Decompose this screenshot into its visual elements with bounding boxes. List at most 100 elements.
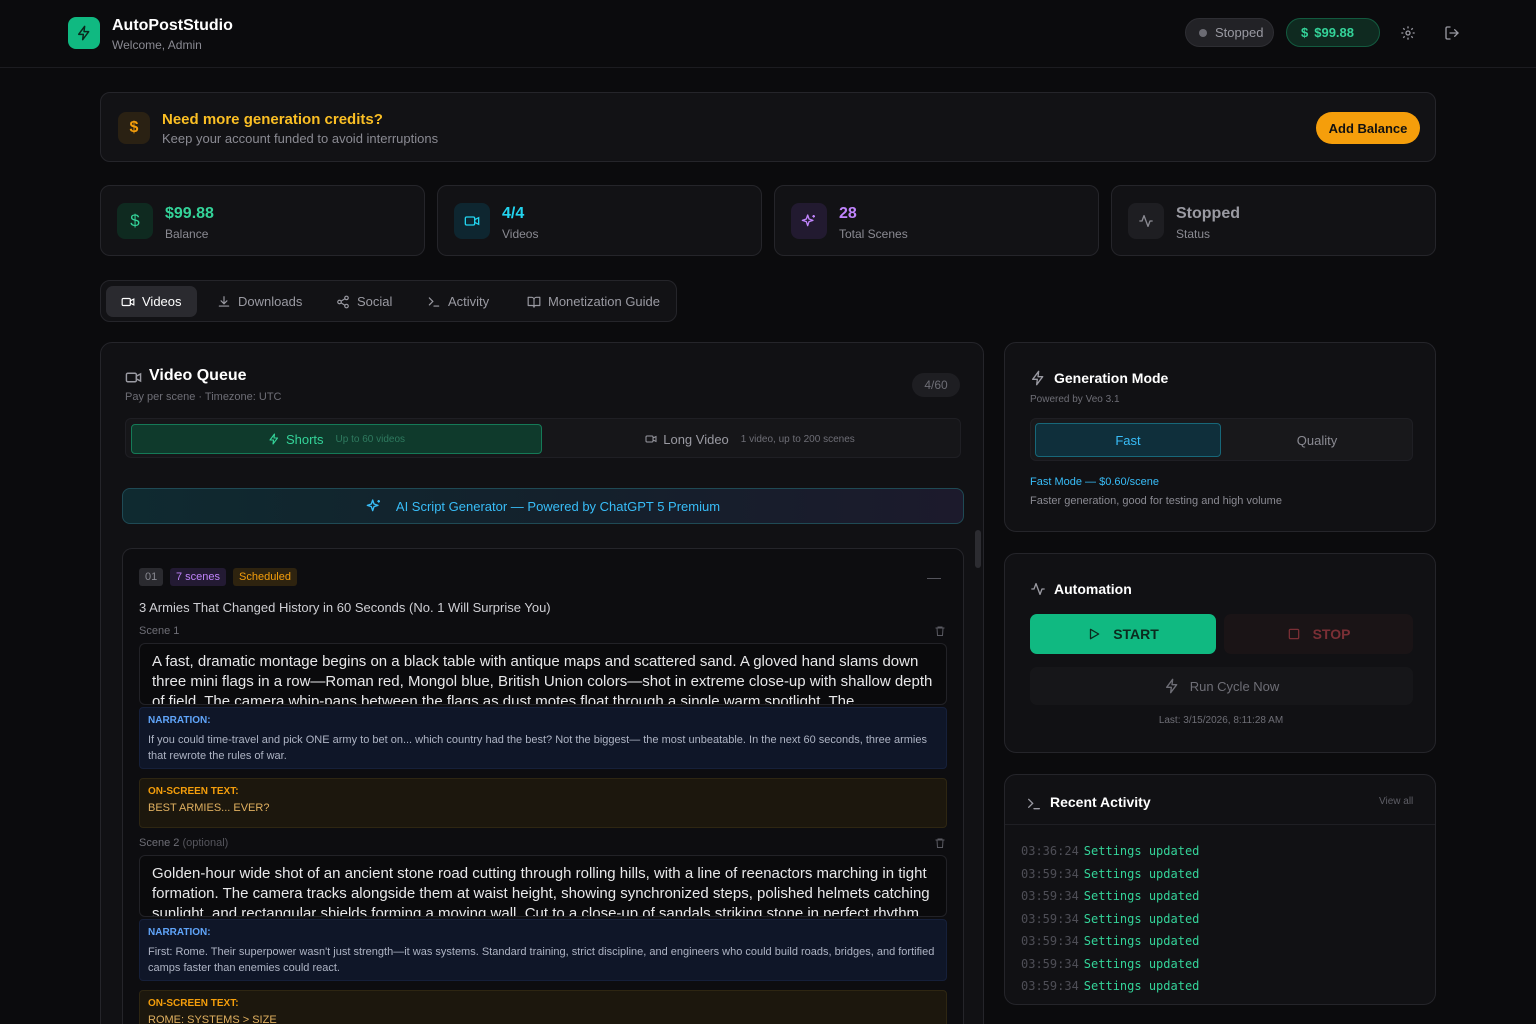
top-bar: AutoPostStudio Welcome, Admin Stopped $ …	[0, 0, 1536, 68]
stop-square-icon	[1288, 628, 1299, 640]
stat-label: Status	[1176, 227, 1211, 241]
log-message: Settings updated	[1083, 957, 1200, 971]
bolt-icon	[1165, 678, 1178, 694]
bolt-icon	[1032, 370, 1044, 386]
automation-card: Automation START STOP Run Cycle Now Last…	[1004, 553, 1436, 753]
activity-icon	[1128, 203, 1164, 239]
narration-block[interactable]: NARRATION: First: Rome. Their superpower…	[139, 919, 947, 981]
collapse-icon[interactable]: —	[927, 569, 941, 585]
stat-label: Balance	[165, 227, 209, 241]
stop-button[interactable]: STOP	[1224, 614, 1413, 654]
long-video-option[interactable]: Long Video 1 video, up to 200 scenes	[544, 424, 956, 454]
video-icon	[121, 297, 135, 306]
log-time: 03:59:34	[1021, 934, 1079, 948]
narration-text: If you could time-travel and pick ONE ar…	[148, 734, 927, 762]
generation-mode-toggle: Fast Quality	[1030, 418, 1413, 461]
log-time: 03:59:34	[1021, 957, 1079, 971]
tab-downloads[interactable]: Downloads	[202, 286, 317, 317]
tab-videos[interactable]: Videos	[106, 286, 197, 317]
stat-card-scenes: 28 Total Scenes	[774, 185, 1099, 256]
video-title[interactable]: 3 Armies That Changed History in 60 Seco…	[139, 600, 551, 615]
bolt-icon	[269, 433, 279, 445]
settings-gear-icon[interactable]	[1399, 24, 1417, 42]
app-title: AutoPostStudio	[112, 17, 233, 34]
run-cycle-label: Run Cycle Now	[1189, 678, 1280, 694]
stat-label: Videos	[502, 227, 539, 241]
terminal-icon	[428, 296, 440, 307]
generation-mode-subtitle: Powered by Veo 3.1	[1030, 394, 1120, 405]
trash-icon[interactable]	[934, 837, 946, 849]
onscreen-label: ON-SCREEN TEXT:	[148, 998, 239, 1009]
optional-tag: (optional)	[182, 837, 229, 849]
main-tabs: Videos Downloads Social Activity Monetiz…	[100, 280, 677, 322]
welcome-text: Welcome, Admin	[112, 38, 202, 52]
activity-log-row: 03:59:34 Settings updated	[1021, 889, 1199, 903]
scene-label-text: Scene 2	[139, 837, 180, 849]
terminal-icon	[1028, 798, 1040, 810]
log-message: Settings updated	[1083, 912, 1200, 926]
log-time: 03:59:34	[1021, 889, 1079, 903]
play-icon	[1090, 628, 1100, 640]
mode-description: Faster generation, good for testing and …	[1030, 495, 1282, 507]
log-message: Settings updated	[1083, 844, 1200, 858]
activity-log-row: 03:59:34 Settings updated	[1021, 867, 1199, 881]
tab-social[interactable]: Social	[321, 286, 407, 317]
log-message: Settings updated	[1083, 867, 1200, 881]
tab-activity[interactable]: Activity	[412, 286, 504, 317]
sparkles-icon	[366, 499, 380, 512]
onscreen-label: ON-SCREEN TEXT:	[148, 786, 239, 797]
view-all-link[interactable]: View all	[1379, 796, 1413, 807]
shorts-option[interactable]: Shorts Up to 60 videos	[131, 424, 542, 454]
status-badge: Scheduled	[233, 568, 297, 586]
credits-banner: $ Need more generation credits? Keep you…	[100, 92, 1436, 162]
activity-log-row: 03:59:34 Settings updated	[1021, 957, 1199, 971]
logout-icon[interactable]	[1443, 24, 1461, 42]
mode-price: Fast Mode — $0.60/scene	[1030, 476, 1160, 488]
fast-mode-button[interactable]: Fast	[1035, 423, 1221, 457]
onscreen-text-block[interactable]: ON-SCREEN TEXT: ROME: SYSTEMS > SIZE	[139, 990, 947, 1024]
share-icon	[337, 295, 349, 308]
stat-card-status: Stopped Status	[1111, 185, 1436, 256]
stat-card-balance: $ $99.88 Balance	[100, 185, 425, 256]
log-time: 03:36:24	[1021, 844, 1079, 858]
onscreen-text-block[interactable]: ON-SCREEN TEXT: BEST ARMIES... EVER?	[139, 778, 947, 828]
status-pill: Stopped	[1185, 18, 1274, 47]
divider	[1005, 824, 1435, 825]
item-number-badge: 01	[139, 568, 164, 586]
scene-prompt-textarea[interactable]: A fast, dramatic montage begins on a bla…	[139, 643, 947, 705]
tab-monetization-guide[interactable]: Monetization Guide	[512, 286, 675, 317]
start-button[interactable]: START	[1030, 614, 1216, 654]
recent-activity-title: Recent Activity	[1050, 794, 1151, 810]
scene-label: Scene 2 (optional)	[139, 837, 228, 849]
balance-pill-value: $99.88	[1314, 25, 1354, 40]
bolt-icon	[77, 25, 90, 41]
video-icon	[125, 372, 142, 383]
generation-mode-title: Generation Mode	[1054, 370, 1169, 386]
tab-label: Monetization Guide	[548, 294, 661, 309]
scene-prompt-textarea[interactable]: Golden-hour wide shot of an ancient ston…	[139, 855, 947, 917]
run-cycle-now-button[interactable]: Run Cycle Now	[1030, 667, 1413, 705]
stat-card-videos: 4/4 Videos	[437, 185, 762, 256]
stat-value: Stopped	[1176, 205, 1240, 222]
scrollbar[interactable]	[975, 530, 981, 568]
narration-block[interactable]: NARRATION: If you could time-travel and …	[139, 707, 947, 769]
narration-text: First: Rome. Their superpower wasn't jus…	[148, 946, 935, 974]
stat-value: $99.88	[165, 205, 214, 222]
log-time: 03:59:34	[1021, 867, 1079, 881]
trash-icon[interactable]	[934, 625, 946, 637]
banner-title: Need more generation credits?	[162, 111, 383, 128]
activity-log-row: 03:59:34 Settings updated	[1021, 912, 1199, 926]
long-video-hint: 1 video, up to 200 scenes	[740, 433, 855, 445]
scene-label: Scene 1	[139, 625, 179, 637]
video-icon	[454, 203, 490, 239]
quality-mode-button[interactable]: Quality	[1224, 423, 1410, 457]
status-dot-icon	[1199, 28, 1207, 37]
tab-label: Videos	[142, 294, 182, 309]
narration-label: NARRATION:	[148, 715, 211, 726]
activity-log-row: 03:59:34 Settings updated	[1021, 934, 1199, 948]
ai-script-generator-button[interactable]: AI Script Generator — Powered by ChatGPT…	[122, 488, 964, 524]
scenes-badge: 7 scenes	[170, 568, 227, 586]
add-balance-button[interactable]: Add Balance	[1316, 112, 1420, 144]
book-icon	[527, 296, 541, 308]
video-queue-title: Video Queue	[149, 367, 247, 384]
